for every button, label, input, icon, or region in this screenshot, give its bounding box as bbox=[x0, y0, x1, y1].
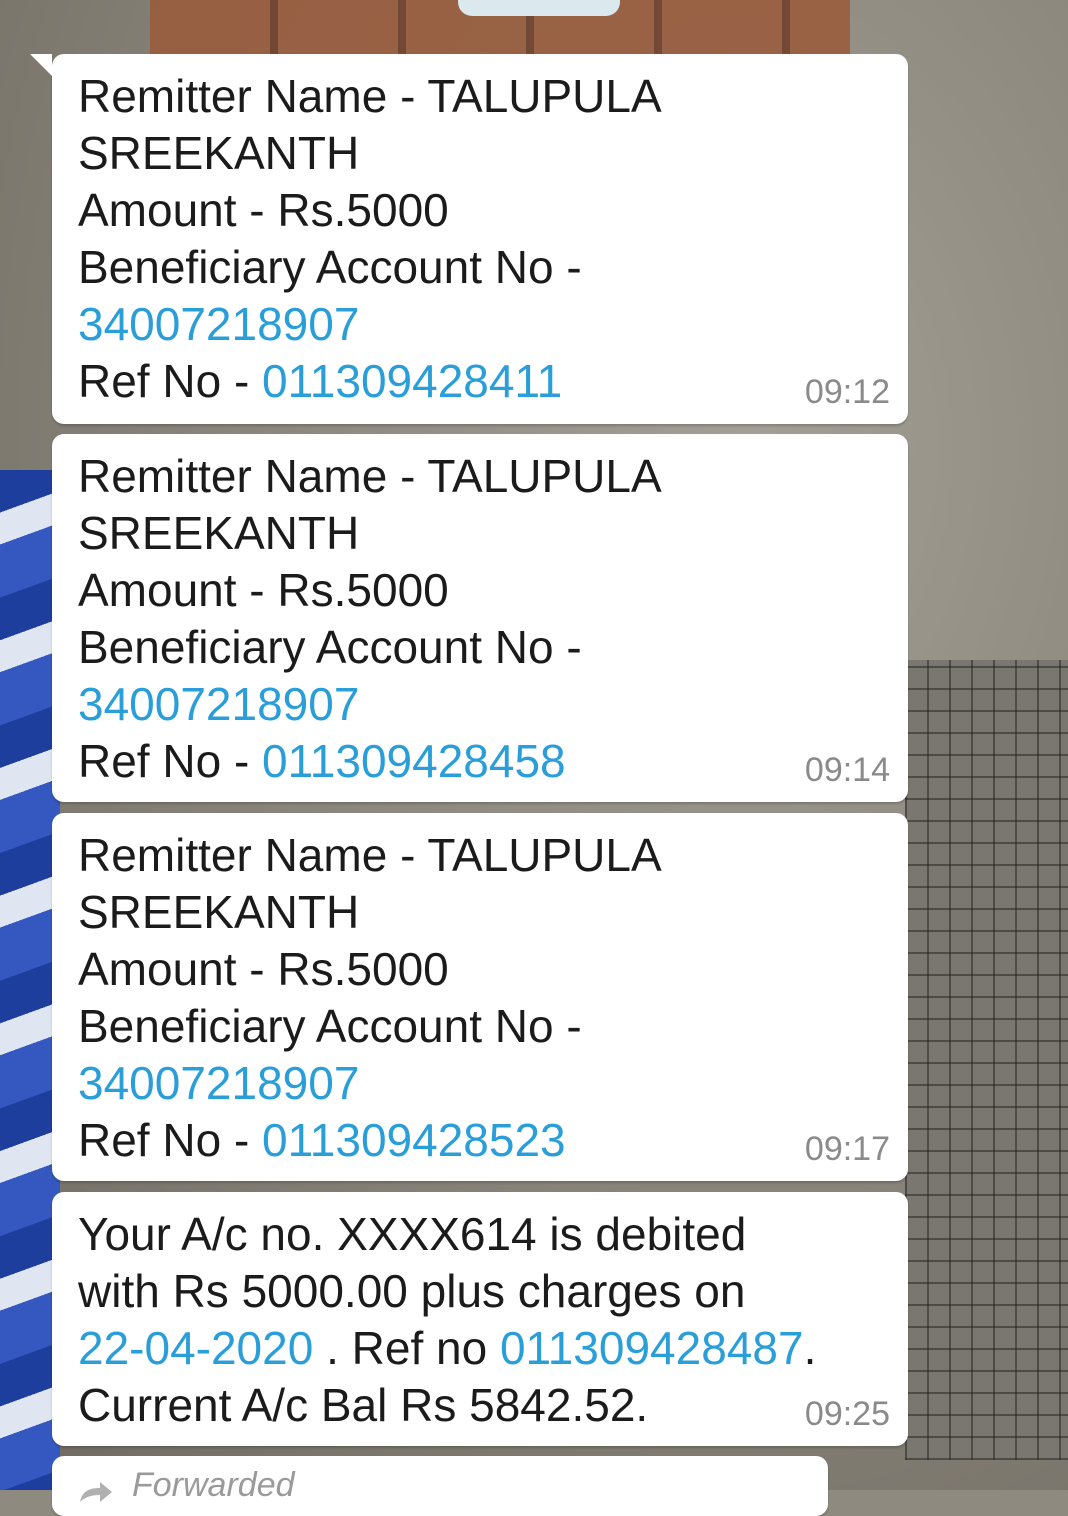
amount-line: Amount - Rs.5000 bbox=[78, 184, 449, 236]
message-time: 09:14 bbox=[804, 751, 890, 789]
beneficiary-label: Beneficiary Account No - bbox=[78, 1000, 582, 1052]
beneficiary-number-link[interactable]: 34007218907 bbox=[78, 1055, 884, 1112]
amount-line: Amount - Rs.5000 bbox=[78, 943, 449, 995]
message-bubble[interactable]: Remitter Name - TALUPULA SREEKANTH Amoun… bbox=[30, 54, 908, 424]
remitter-name-cont: SREEKANTH bbox=[78, 507, 360, 559]
beneficiary-label: Beneficiary Account No - bbox=[78, 241, 582, 293]
remitter-name-cont: SREEKANTH bbox=[78, 127, 360, 179]
forwarded-message-bubble[interactable]: Forwarded bbox=[52, 1456, 828, 1516]
date-link[interactable]: 22-04-2020 bbox=[78, 1322, 313, 1374]
wallpaper-mesh bbox=[905, 660, 1068, 1460]
remitter-line: Remitter Name - TALUPULA bbox=[78, 70, 662, 122]
remitter-line: Remitter Name - TALUPULA bbox=[78, 829, 662, 881]
sentence-end: . bbox=[803, 1322, 817, 1374]
ref-label: Ref No - bbox=[78, 1114, 263, 1166]
ref-number-link[interactable]: 011309428411 bbox=[262, 355, 562, 407]
ref-number-link[interactable]: 011309428523 bbox=[262, 1114, 566, 1166]
debit-line-1: Your A/c no. XXXX614 is debited bbox=[78, 1208, 747, 1260]
forwarded-label: Forwarded bbox=[132, 1466, 295, 1504]
remitter-line: Remitter Name - TALUPULA bbox=[78, 450, 662, 502]
balance-line: Current A/c Bal Rs 5842.52. bbox=[78, 1379, 649, 1431]
message-time: 09:12 bbox=[804, 373, 890, 411]
message-bubble[interactable]: Remitter Name - TALUPULA SREEKANTH Amoun… bbox=[52, 813, 908, 1181]
bubble-tail bbox=[30, 54, 52, 76]
amount-line: Amount - Rs.5000 bbox=[78, 564, 449, 616]
beneficiary-number-link[interactable]: 34007218907 bbox=[78, 676, 884, 733]
beneficiary-label: Beneficiary Account No - bbox=[78, 621, 582, 673]
beneficiary-number-link[interactable]: 34007218907 bbox=[78, 296, 884, 353]
remitter-name-cont: SREEKANTH bbox=[78, 886, 360, 938]
ref-no-label: . Ref no bbox=[313, 1322, 500, 1374]
message-time: 09:25 bbox=[804, 1395, 890, 1433]
wallpaper-cloth bbox=[0, 470, 60, 1490]
date-pill bbox=[458, 0, 620, 16]
ref-number-link[interactable]: 011309428458 bbox=[262, 735, 566, 787]
message-bubble[interactable]: Remitter Name - TALUPULA SREEKANTH Amoun… bbox=[52, 434, 908, 802]
forward-arrow-icon bbox=[78, 1480, 114, 1504]
ref-label: Ref No - bbox=[78, 355, 263, 407]
ref-label: Ref No - bbox=[78, 735, 263, 787]
message-time: 09:17 bbox=[804, 1130, 890, 1168]
debit-message-bubble[interactable]: Your A/c no. XXXX614 is debited with Rs … bbox=[52, 1192, 908, 1446]
ref-number-link[interactable]: 011309428487 bbox=[500, 1322, 804, 1374]
debit-line-2: with Rs 5000.00 plus charges on bbox=[78, 1265, 746, 1317]
